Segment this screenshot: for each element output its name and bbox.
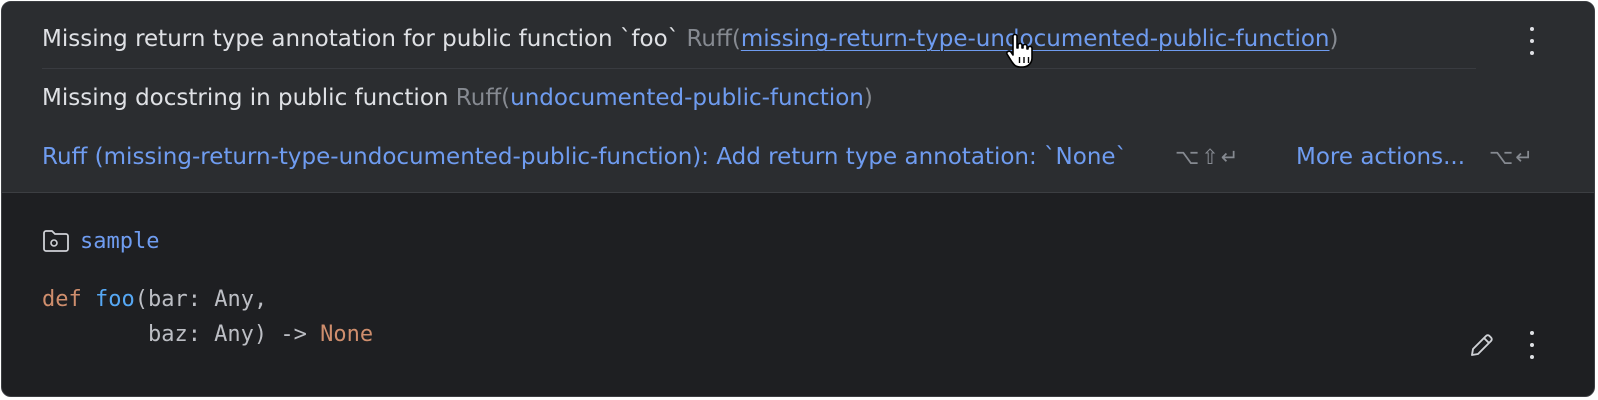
rule-link[interactable]: undocumented-public-function — [510, 85, 864, 111]
more-actions-shortcut: ⌥↵ — [1489, 145, 1535, 169]
file-name: sample — [80, 228, 160, 254]
editor-more-options-icon[interactable] — [1529, 331, 1535, 359]
problem-source: Ruff( — [686, 26, 741, 52]
code-keyword: def — [42, 287, 82, 312]
problem-source-close: ) — [863, 85, 873, 111]
code-function-name: foo — [95, 287, 135, 312]
quick-fix-shortcut: ⌥⇧↵ — [1175, 145, 1241, 169]
divider — [42, 68, 1476, 69]
inspection-popup: Missing return type annotation for publi… — [1, 1, 1595, 397]
folder-icon — [43, 230, 69, 252]
problem-source-close: ) — [1329, 26, 1339, 52]
pencil-icon[interactable] — [1468, 331, 1496, 359]
problem-message: Missing return type annotation for publi… — [42, 26, 680, 52]
more-options-icon[interactable] — [1529, 27, 1535, 55]
problems-panel: Missing return type annotation for publi… — [2, 2, 1594, 193]
code-params-cont: baz: Any) -> — [42, 322, 321, 347]
hand-cursor-icon — [1006, 33, 1033, 68]
problem-message: Missing docstring in public function — [42, 85, 449, 111]
problem-row-2: Missing docstring in public function Ruf… — [42, 83, 873, 113]
problem-source: Ruff( — [455, 85, 511, 111]
code-return-type: None — [320, 322, 374, 347]
more-actions-link[interactable]: More actions... — [1296, 142, 1465, 172]
code-params: (bar: Any, — [134, 287, 268, 312]
problem-row-1: Missing return type annotation for publi… — [42, 24, 1338, 54]
code-snippet: def foo(bar: Any, baz: Any) -> None — [42, 282, 373, 352]
file-location[interactable]: sample — [42, 226, 159, 256]
quick-fix-action[interactable]: Ruff (missing-return-type-undocumented-p… — [42, 142, 1127, 172]
